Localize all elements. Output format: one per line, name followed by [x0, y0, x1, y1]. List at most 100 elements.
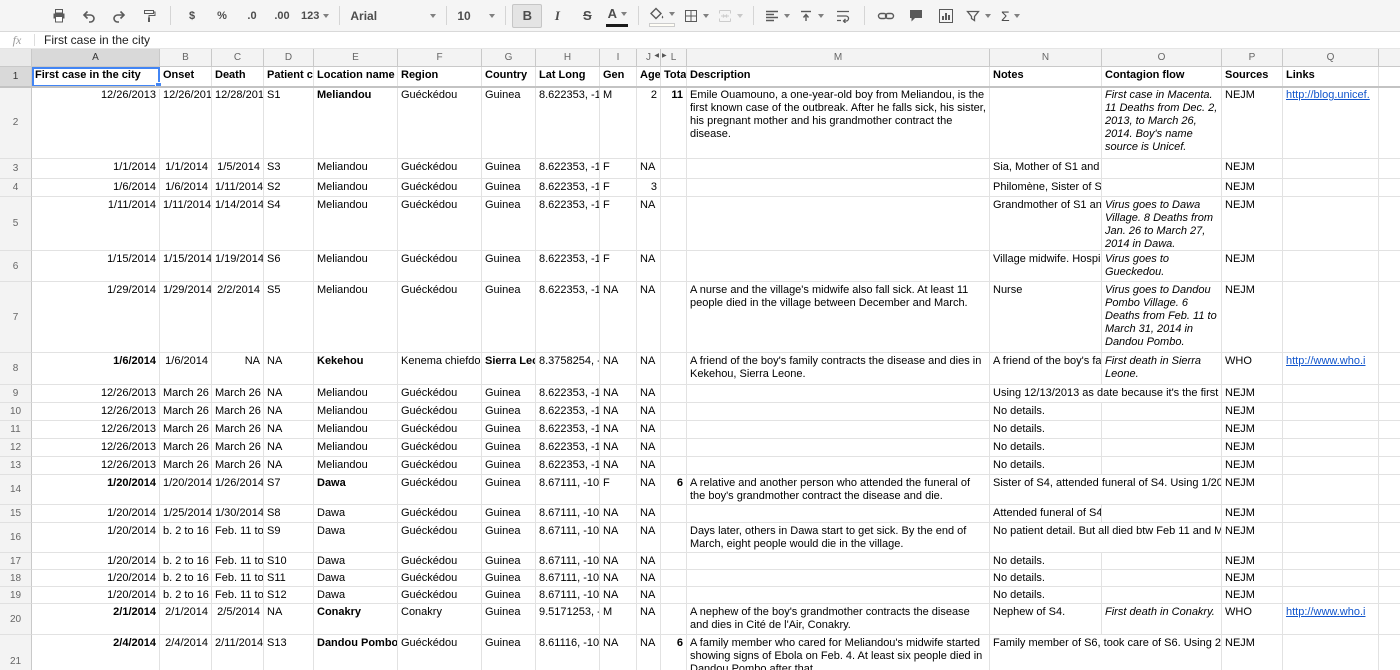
italic-button[interactable]: I — [542, 4, 572, 28]
cell-R14[interactable] — [1379, 475, 1400, 505]
cell-C10[interactable]: March 26 — [212, 403, 264, 421]
cell-H4[interactable]: 8.622353, -10 — [536, 179, 600, 197]
cell-N19[interactable]: No details. — [990, 587, 1102, 604]
cell-B16[interactable]: b. 2 to 16 — [160, 523, 212, 553]
cell-H8[interactable]: 8.3758254, -1 — [536, 353, 600, 385]
row-header-4[interactable]: 4 — [0, 179, 32, 197]
cell-Q7[interactable] — [1283, 282, 1379, 353]
cell-R4[interactable] — [1379, 179, 1400, 197]
cell-B7[interactable]: 1/29/2014 — [160, 282, 212, 353]
cell-M20[interactable]: A nephew of the boy's grandmother contra… — [687, 604, 990, 635]
row-header-6[interactable]: 6 — [0, 251, 32, 282]
insert-link-button[interactable] — [871, 4, 901, 28]
cell-G3[interactable]: Guinea — [482, 159, 536, 179]
cell-H10[interactable]: 8.622353, -10 — [536, 403, 600, 421]
cell-M18[interactable] — [687, 570, 990, 587]
cell-P7[interactable]: NEJM — [1222, 282, 1283, 353]
cell-Q14[interactable] — [1283, 475, 1379, 505]
cell-Q3[interactable] — [1283, 159, 1379, 179]
cell-I13[interactable]: NA — [600, 457, 637, 475]
column-header-D[interactable]: D — [264, 49, 314, 67]
cell-A11[interactable]: 12/26/2013 — [32, 421, 160, 439]
cell-D8[interactable]: NA — [264, 353, 314, 385]
cell-B10[interactable]: March 26 — [160, 403, 212, 421]
cell-O12[interactable] — [1102, 439, 1222, 457]
cell-P16[interactable]: NEJM — [1222, 523, 1283, 553]
cell-N17[interactable]: No details. — [990, 553, 1102, 570]
cell-B1[interactable]: Onset — [160, 67, 212, 87]
cell-B18[interactable]: b. 2 to 16 — [160, 570, 212, 587]
cell-D13[interactable]: NA — [264, 457, 314, 475]
row-header-16[interactable]: 16 — [0, 523, 32, 553]
cell-C18[interactable]: Feb. 11 to — [212, 570, 264, 587]
cell-E13[interactable]: Meliandou — [314, 457, 398, 475]
cell-I14[interactable]: F — [600, 475, 637, 505]
cell-E14[interactable]: Dawa — [314, 475, 398, 505]
increase-decimal-button[interactable]: .00 — [267, 4, 297, 28]
cell-P11[interactable]: NEJM — [1222, 421, 1283, 439]
cell-L12[interactable] — [661, 439, 687, 457]
cell-C19[interactable]: Feb. 11 to — [212, 587, 264, 604]
row-header-9[interactable]: 9 — [0, 385, 32, 403]
cell-E7[interactable]: Meliandou — [314, 282, 398, 353]
font-size-select[interactable]: 10 — [453, 5, 499, 27]
cell-J21[interactable]: NA — [637, 635, 661, 670]
cell-L10[interactable] — [661, 403, 687, 421]
cell-L11[interactable] — [661, 421, 687, 439]
cell-C2[interactable]: 12/28/201 — [212, 87, 264, 159]
cell-H7[interactable]: 8.622353, -10 — [536, 282, 600, 353]
cell-A1[interactable]: First case in the city — [32, 67, 160, 87]
hidden-column-expand-icon[interactable]: ▶ — [662, 53, 667, 59]
cell-G20[interactable]: Guinea — [482, 604, 536, 635]
row-header-17[interactable]: 17 — [0, 553, 32, 570]
cell-Q15[interactable] — [1283, 505, 1379, 523]
cell-Q12[interactable] — [1283, 439, 1379, 457]
cell-G7[interactable]: Guinea — [482, 282, 536, 353]
cell-A10[interactable]: 12/26/2013 — [32, 403, 160, 421]
cell-L14[interactable]: 6 — [661, 475, 687, 505]
cell-A12[interactable]: 12/26/2013 — [32, 439, 160, 457]
cell-Q6[interactable] — [1283, 251, 1379, 282]
cell-N2[interactable] — [990, 87, 1102, 159]
cell-H19[interactable]: 8.67111, -10.0 — [536, 587, 600, 604]
cell-Q8[interactable]: http://www.who.i — [1283, 353, 1379, 385]
cell-I7[interactable]: NA — [600, 282, 637, 353]
cell-G5[interactable]: Guinea — [482, 197, 536, 251]
decrease-decimal-button[interactable]: .0 — [237, 4, 267, 28]
cell-Q2[interactable]: http://blog.unicef. — [1283, 87, 1379, 159]
cell-J4[interactable]: 3 — [637, 179, 661, 197]
cell-G17[interactable]: Guinea — [482, 553, 536, 570]
cell-J20[interactable]: NA — [637, 604, 661, 635]
cell-E18[interactable]: Dawa — [314, 570, 398, 587]
cell-J12[interactable]: NA — [637, 439, 661, 457]
cell-N18[interactable]: No details. — [990, 570, 1102, 587]
cell-H16[interactable]: 8.67111, -10.0 — [536, 523, 600, 553]
row-header-7[interactable]: 7 — [0, 282, 32, 353]
cell-L16[interactable] — [661, 523, 687, 553]
row-header-8[interactable]: 8 — [0, 353, 32, 385]
cell-P1[interactable]: Sources — [1222, 67, 1283, 87]
cell-C8[interactable]: NA — [212, 353, 264, 385]
cell-N5[interactable]: Grandmother of S1 an — [990, 197, 1102, 251]
cell-M10[interactable] — [687, 403, 990, 421]
cell-G19[interactable]: Guinea — [482, 587, 536, 604]
cell-D21[interactable]: S13 — [264, 635, 314, 670]
cell-H20[interactable]: 9.5171253, -1 — [536, 604, 600, 635]
cell-O5[interactable]: Virus goes to Dawa Village. 8 Deaths fro… — [1102, 197, 1222, 251]
cell-D12[interactable]: NA — [264, 439, 314, 457]
cell-C15[interactable]: 1/30/2014 — [212, 505, 264, 523]
cell-C7[interactable]: 2/2/2014 — [212, 282, 264, 353]
cell-R9[interactable] — [1379, 385, 1400, 403]
cell-E5[interactable]: Meliandou — [314, 197, 398, 251]
cell-A13[interactable]: 12/26/2013 — [32, 457, 160, 475]
row-header-18[interactable]: 18 — [0, 570, 32, 587]
cell-G10[interactable]: Guinea — [482, 403, 536, 421]
cell-H21[interactable]: 8.61116, -10.1 — [536, 635, 600, 670]
cell-D9[interactable]: NA — [264, 385, 314, 403]
cell-A18[interactable]: 1/20/2014 — [32, 570, 160, 587]
insert-comment-button[interactable] — [901, 4, 931, 28]
cell-D19[interactable]: S12 — [264, 587, 314, 604]
cell-F14[interactable]: Guéckédou — [398, 475, 482, 505]
cell-O20[interactable]: First death in Conakry. — [1102, 604, 1222, 635]
cell-L8[interactable] — [661, 353, 687, 385]
